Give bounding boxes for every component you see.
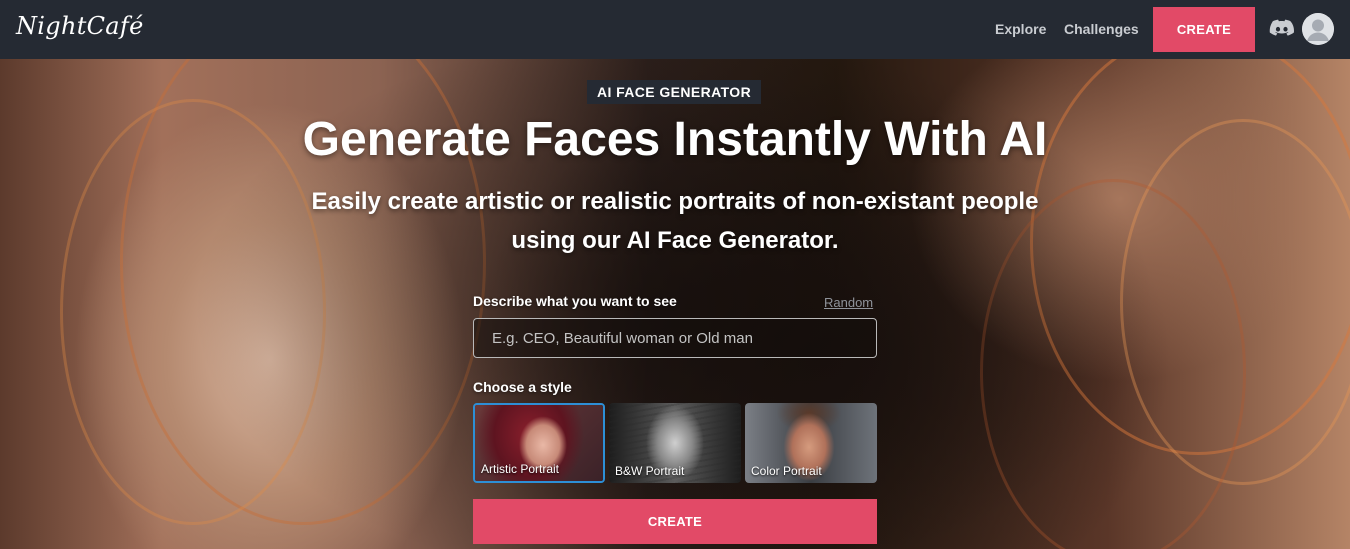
style-label: Choose a style: [473, 379, 572, 395]
create-button[interactable]: CREATE: [473, 499, 877, 544]
nav-create-button[interactable]: CREATE: [1153, 7, 1255, 52]
nightcafe-logo[interactable]: NightCafé: [16, 12, 144, 40]
prompt-input[interactable]: [473, 318, 877, 358]
style-card-color-portrait[interactable]: Color Portrait: [745, 403, 877, 483]
style-card-artistic-portrait[interactable]: Artistic Portrait: [473, 403, 605, 483]
user-avatar-icon[interactable]: [1302, 13, 1334, 45]
nav-link-challenges[interactable]: Challenges: [1064, 21, 1139, 37]
top-nav: NightCafé Explore Challenges CREATE: [0, 0, 1350, 59]
style-caption: Color Portrait: [751, 464, 822, 478]
describe-label: Describe what you want to see: [473, 293, 677, 309]
discord-icon[interactable]: [1269, 17, 1295, 41]
style-card-bw-portrait[interactable]: B&W Portrait: [609, 403, 741, 483]
page-title: Generate Faces Instantly With AI: [302, 113, 1048, 166]
style-caption: B&W Portrait: [615, 464, 685, 478]
page-subtitle: Easily create artistic or realistic port…: [311, 188, 1039, 254]
page-badge: AI FACE GENERATOR: [587, 80, 762, 104]
style-caption: Artistic Portrait: [481, 462, 560, 476]
random-prompt-link[interactable]: Random: [824, 295, 873, 310]
nav-link-explore[interactable]: Explore: [995, 21, 1046, 37]
